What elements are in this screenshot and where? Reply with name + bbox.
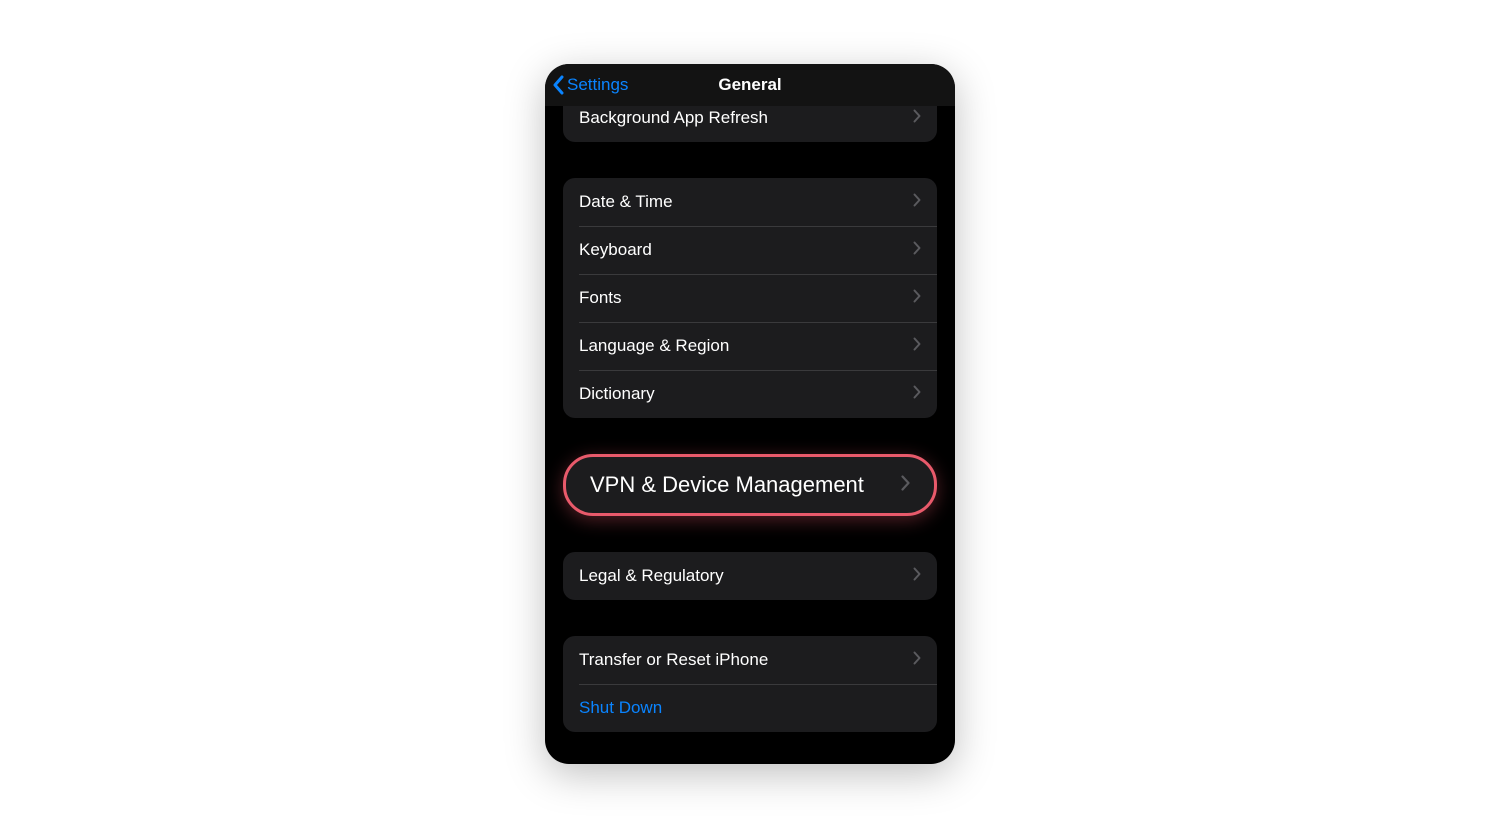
row-label: Transfer or Reset iPhone xyxy=(579,650,913,670)
row-vpn-device-management[interactable]: VPN & Device Management xyxy=(563,454,937,516)
row-label: Keyboard xyxy=(579,240,913,260)
row-transfer-reset-iphone[interactable]: Transfer or Reset iPhone xyxy=(563,636,937,684)
chevron-right-icon xyxy=(913,337,921,356)
row-keyboard[interactable]: Keyboard xyxy=(563,226,937,274)
row-label: Background App Refresh xyxy=(579,108,913,128)
row-fonts[interactable]: Fonts xyxy=(563,274,937,322)
chevron-right-icon xyxy=(913,567,921,586)
row-background-app-refresh[interactable]: Background App Refresh xyxy=(563,106,937,142)
row-label: Legal & Regulatory xyxy=(579,566,913,586)
row-dictionary[interactable]: Dictionary xyxy=(563,370,937,418)
chevron-right-icon xyxy=(913,289,921,308)
settings-group-locale: Date & Time Keyboard Fonts Language & Re… xyxy=(563,178,937,418)
row-label: Shut Down xyxy=(579,698,921,718)
row-label: VPN & Device Management xyxy=(590,472,901,498)
row-label: Dictionary xyxy=(579,384,913,404)
settings-group-vpn: VPN & Device Management xyxy=(603,454,897,516)
settings-group-reset: Transfer or Reset iPhone Shut Down xyxy=(563,636,937,732)
row-label: Date & Time xyxy=(579,192,913,212)
settings-content: Background App Refresh Date & Time Keybo… xyxy=(545,106,955,764)
row-label: Fonts xyxy=(579,288,913,308)
chevron-right-icon xyxy=(913,109,921,128)
chevron-right-icon xyxy=(913,385,921,404)
chevron-right-icon xyxy=(913,193,921,212)
settings-group-legal: Legal & Regulatory xyxy=(563,552,937,600)
back-label: Settings xyxy=(567,75,628,95)
chevron-left-icon xyxy=(551,74,565,96)
chevron-right-icon xyxy=(913,651,921,670)
chevron-right-icon xyxy=(901,475,910,496)
nav-bar: Settings General xyxy=(545,64,955,106)
back-button[interactable]: Settings xyxy=(551,64,628,106)
row-legal-regulatory[interactable]: Legal & Regulatory xyxy=(563,552,937,600)
phone-screen: Settings General Background App Refresh … xyxy=(545,64,955,764)
row-shut-down[interactable]: Shut Down xyxy=(563,684,937,732)
row-date-time[interactable]: Date & Time xyxy=(563,178,937,226)
settings-group-background: Background App Refresh xyxy=(563,106,937,142)
row-language-region[interactable]: Language & Region xyxy=(563,322,937,370)
row-label: Language & Region xyxy=(579,336,913,356)
chevron-right-icon xyxy=(913,241,921,260)
